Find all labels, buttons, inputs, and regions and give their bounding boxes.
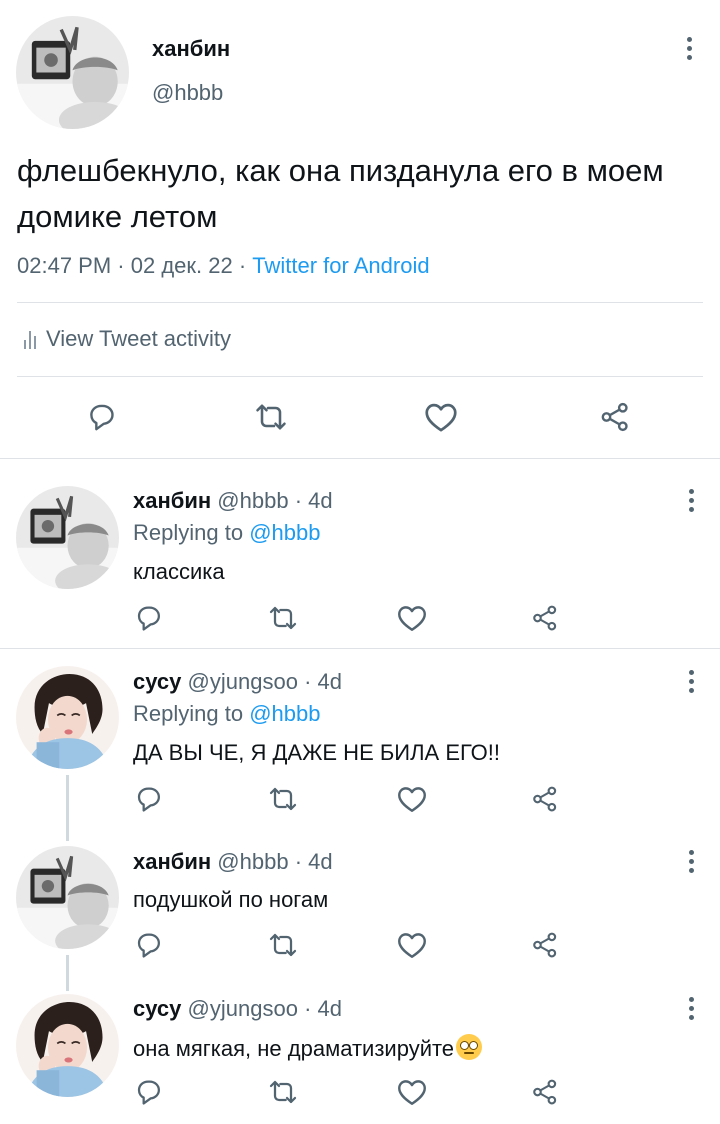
replying-to-handle[interactable]: @hbbb [249,520,320,545]
retweet-button[interactable] [265,600,301,636]
more-vertical-icon[interactable] [679,32,699,64]
reply-text: классика [133,559,225,584]
reply-avatar[interactable] [16,666,119,769]
reply-age: 4d [317,996,342,1021]
like-button[interactable] [394,600,430,636]
share-icon [530,784,560,814]
retweet-button[interactable] [265,927,301,963]
reply-text: ДА ВЫ ЧЕ, Я ДАЖЕ НЕ БИЛА ЕГО!! [133,740,501,765]
reply-header: ханбин @hbbb · 4d [133,849,333,874]
tweet-text: флешбекнуло, как она пизданула его в мое… [17,153,664,234]
reply-age: 4d [317,669,342,694]
reply-author-name[interactable]: сусу [133,669,181,694]
reply-icon [85,400,119,434]
reply-author-name[interactable]: ханбин [133,488,211,513]
reply-author-handle[interactable]: @hbbb [217,488,288,513]
replying-to: Replying to @hbbb [133,520,320,546]
author-name[interactable]: ханбин [152,36,230,62]
heart-icon [395,1075,429,1109]
author-avatar[interactable] [16,16,129,129]
reply-author-handle[interactable]: @hbbb [217,849,288,874]
divider [0,458,720,459]
retweet-icon [267,929,299,961]
heart-icon [395,782,429,816]
reply-avatar[interactable] [16,486,119,589]
tweet-meta: 02:47 PM · 02 дек. 22 · Twitter for Andr… [17,253,430,278]
reply-text: она мягкая, не драматизируйте [133,1036,455,1061]
reply-age: 4d [308,849,333,874]
more-vertical-icon[interactable] [681,845,701,877]
author-handle[interactable]: @hbbb [152,80,223,106]
more-vertical-icon[interactable] [681,665,701,697]
reply-header: сусу @yjungsoo · 4d [133,669,342,694]
reply-button[interactable] [131,927,167,963]
replying-to-handle[interactable]: @hbbb [249,701,320,726]
replying-label: Replying to [133,701,244,726]
reply-author-handle[interactable]: @yjungsoo [188,996,298,1021]
tweet-date: 02 дек. 22 [130,253,233,278]
divider [17,376,703,377]
reply-header: ханбин @hbbb · 4d [133,488,333,513]
retweet-button[interactable] [265,1074,301,1110]
like-button[interactable] [421,397,461,437]
share-button[interactable] [527,781,563,817]
reply-button[interactable] [131,1074,167,1110]
retweet-icon [267,783,299,815]
share-button[interactable] [595,397,635,437]
share-icon [598,400,632,434]
reply-text-row: она мягкая, не драматизируйте [133,1034,483,1062]
reply-author-handle[interactable]: @yjungsoo [188,669,298,694]
share-button[interactable] [527,1074,563,1110]
retweet-icon [253,399,289,435]
share-icon [530,1077,560,1107]
reply-avatar[interactable] [16,994,119,1097]
like-button[interactable] [394,927,430,963]
replying-label: Replying to [133,520,244,545]
heart-icon [422,398,460,436]
retweet-icon [267,1076,299,1108]
more-vertical-icon[interactable] [681,484,701,516]
reply-icon [133,783,165,815]
like-button[interactable] [394,781,430,817]
reply-button[interactable] [131,781,167,817]
reply-button[interactable] [82,397,122,437]
share-icon [530,603,560,633]
bar-chart-icon [24,329,36,349]
reply-button[interactable] [131,600,167,636]
retweet-button[interactable] [251,397,291,437]
view-activity-label: View Tweet activity [46,326,232,351]
tweet-time: 02:47 PM [17,253,112,278]
heart-icon [395,928,429,962]
share-button[interactable] [527,927,563,963]
thread-line [66,775,69,841]
like-button[interactable] [394,1074,430,1110]
face-with-rolling-eyes-icon [456,1034,483,1060]
heart-icon [395,601,429,635]
reply-icon [133,1076,165,1108]
reply-icon [133,929,165,961]
replying-to: Replying to @hbbb [133,701,320,727]
tweet-source[interactable]: Twitter for Android [252,253,429,278]
view-activity-button[interactable]: View Tweet activity [24,326,231,352]
share-icon [530,930,560,960]
retweet-button[interactable] [265,781,301,817]
share-button[interactable] [527,600,563,636]
reply-author-name[interactable]: ханбин [133,849,211,874]
thread-line [66,955,69,991]
divider [0,648,720,649]
reply-age: 4d [308,488,333,513]
divider [17,302,703,303]
reply-icon [133,602,165,634]
more-vertical-icon[interactable] [681,992,701,1024]
reply-text: подушкой по ногам [133,887,329,912]
retweet-icon [267,602,299,634]
reply-avatar[interactable] [16,846,119,949]
reply-author-name[interactable]: сусу [133,996,181,1021]
reply-header: сусу @yjungsoo · 4d [133,996,342,1021]
